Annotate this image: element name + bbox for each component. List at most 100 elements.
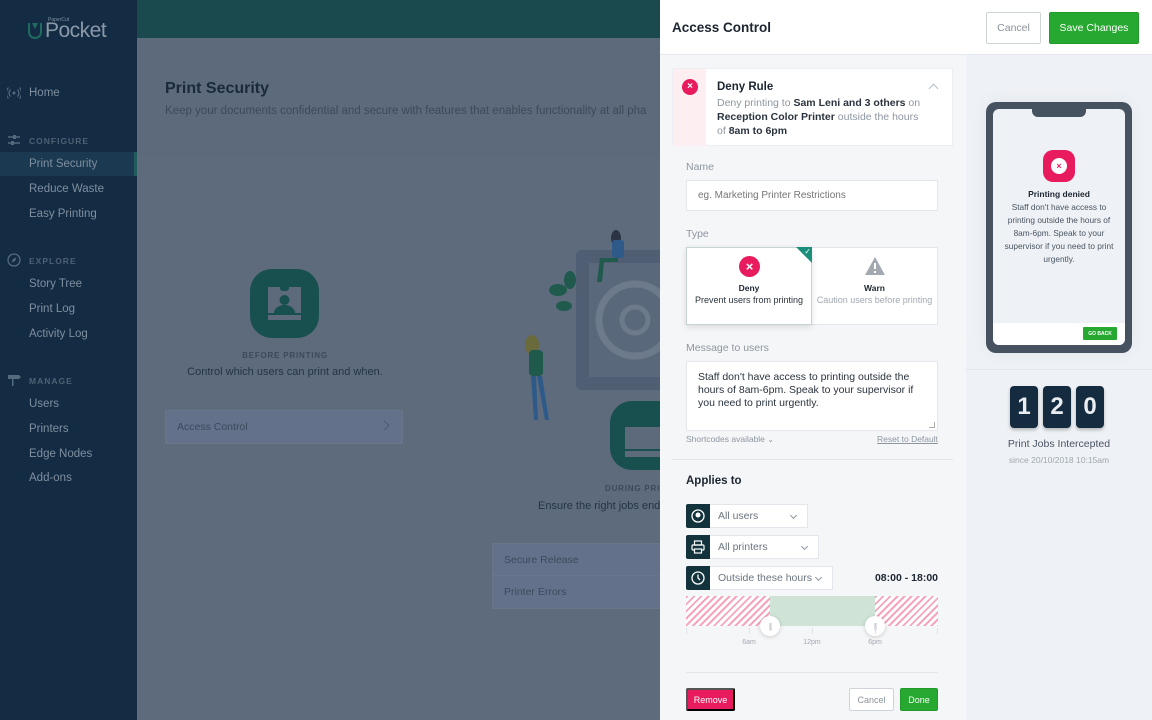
sidebar-item-activity-log[interactable]: Activity Log (0, 322, 137, 346)
rule-desc-text: Deny printing to (717, 97, 794, 109)
sidebar-item-add-ons[interactable]: Add-ons (0, 466, 137, 490)
applies-to-heading: Applies to (686, 475, 742, 487)
chevron-right-icon (379, 420, 390, 431)
type-label: Type (686, 228, 709, 240)
selected-check-icon: ✓ (796, 247, 812, 263)
printers-select-value: All printers (718, 541, 768, 553)
section-explore: EXPLORE (29, 256, 77, 266)
resize-handle-icon[interactable] (929, 422, 935, 428)
tick-label-6pm: 6pm (868, 639, 882, 646)
name-label: Name (686, 161, 715, 173)
before-printing-icon (250, 269, 319, 338)
list-item-label: Printer Errors (504, 586, 567, 598)
sidebar-item-story-tree[interactable]: Story Tree (0, 272, 137, 296)
save-changes-button[interactable]: Save Changes (1049, 12, 1139, 44)
drawer-header: Access Control Cancel Save Changes (660, 0, 1152, 55)
message-label: Message to users (686, 342, 769, 354)
tick-mark (686, 628, 687, 634)
type-option-desc: Caution users before printing (816, 295, 933, 305)
type-option-warn[interactable]: Warn Caution users before printing (811, 247, 938, 325)
denied-hours-left (686, 596, 770, 626)
tick-label-6am: 6am (742, 639, 756, 646)
page-header: Print Security Keep your documents confi… (137, 38, 660, 156)
phone-title: Printing denied (1028, 189, 1090, 199)
page-subtitle: Keep your documents confidential and sec… (165, 105, 647, 117)
shortcodes-label: Shortcodes available (686, 434, 765, 444)
sidebar-item-users[interactable]: Users (0, 392, 137, 416)
rule-desc-text: on (905, 97, 921, 109)
brand-name: Pocket (45, 19, 107, 42)
type-option-title: Warn (864, 283, 885, 293)
compass-icon (7, 253, 21, 267)
chevron-down-icon (814, 573, 823, 582)
list-item-secure-release[interactable]: Secure Release (493, 544, 661, 576)
tick-mark (749, 628, 750, 634)
list-item-access-control[interactable]: Access Control (166, 411, 402, 443)
section-divider (672, 459, 953, 460)
deny-x-icon: × (682, 79, 698, 95)
sidebar-item-printers[interactable]: Printers (0, 417, 137, 441)
list-item-label: Access Control (177, 421, 248, 433)
counter-digit: 0 (1076, 386, 1104, 428)
tick-label-12pm: 12pm (803, 639, 821, 646)
printers-select[interactable]: All printers (686, 535, 819, 559)
sidebar-item-label: Activity Log (29, 328, 88, 340)
sidebar-item-label: Edge Nodes (29, 448, 93, 460)
hours-range-slider[interactable]: || || 6am 12pm 6pm (686, 596, 938, 646)
type-option-deny[interactable]: × Deny Prevent users from printing ✓ (686, 247, 812, 325)
before-printing-label: BEFORE PRINTING (242, 351, 328, 360)
preview-divider (966, 369, 1152, 370)
rule-desc-hours: 8am to 6pm (728, 125, 788, 137)
reset-to-default-link[interactable]: Reset to Default (877, 434, 938, 444)
tick-mark (937, 628, 938, 634)
sidebar-item-label: Print Security (29, 158, 98, 170)
rule-title: Deny Rule (717, 81, 774, 93)
preview-panel: × Printing denied Staff don't have acces… (966, 55, 1152, 720)
user-circle-icon (686, 504, 710, 528)
message-text: Staff don't have access to printing outs… (698, 371, 914, 409)
message-textarea[interactable]: Staff don't have access to printing outs… (686, 361, 938, 431)
range-start-handle[interactable]: || (760, 616, 780, 636)
deny-rule-card[interactable]: × Deny Rule Deny printing to Sam Leni an… (672, 68, 953, 146)
sidebar-item-label: Users (29, 398, 60, 410)
sidebar-item-print-log[interactable]: Print Log (0, 297, 137, 321)
phone-preview: × Printing denied Staff don't have acces… (986, 102, 1132, 353)
cancel-rule-button[interactable]: Cancel (849, 688, 894, 711)
top-bar (137, 0, 660, 38)
sidebar-item-home[interactable]: Home (0, 81, 137, 105)
shortcodes-toggle[interactable]: Shortcodes available ⌄ (686, 434, 774, 444)
intercept-counter: 1 2 0 (1010, 386, 1104, 428)
done-button[interactable]: Done (900, 688, 938, 711)
sidebar-item-label: Easy Printing (29, 208, 97, 220)
list-item-printer-errors[interactable]: Printer Errors (493, 576, 661, 608)
chevron-down-icon: ⌄ (767, 435, 774, 444)
sidebar-item-label: Print Log (29, 303, 76, 315)
list-item-label: Secure Release (504, 553, 579, 566)
counter-digit: 1 (1010, 386, 1038, 428)
printer-icon (686, 535, 710, 559)
phone-footer: GO BACK (993, 323, 1125, 345)
allowed-hours-band (770, 596, 875, 626)
warning-triangle-icon (865, 257, 885, 275)
sidebar-item-reduce-waste[interactable]: Reduce Waste (0, 177, 137, 201)
chevron-up-icon[interactable] (928, 83, 939, 94)
sidebar-item-edge-nodes[interactable]: Edge Nodes (0, 442, 137, 466)
type-option-desc: Prevent users from printing (694, 295, 804, 305)
tick-mark (875, 628, 876, 634)
sliders-icon (8, 135, 20, 145)
cancel-button[interactable]: Cancel (986, 12, 1041, 44)
users-select[interactable]: All users (686, 504, 808, 528)
rule-description: Deny printing to Sam Leni and 3 others o… (717, 96, 927, 138)
during-printing-list: Secure Release Printer Errors (492, 543, 662, 609)
rule-name-input[interactable] (686, 180, 938, 211)
tick-mark (812, 628, 813, 634)
sidebar-item-print-security[interactable]: Print Security (0, 152, 137, 176)
hours-select[interactable]: Outside these hours (686, 566, 833, 590)
pocket-logo-icon (28, 23, 42, 39)
go-back-button[interactable]: GO BACK (1083, 327, 1117, 340)
counter-label: Print Jobs Intercepted (1007, 438, 1111, 450)
sidebar-item-easy-printing[interactable]: Easy Printing (0, 202, 137, 226)
phone-screen: × Printing denied Staff don't have acces… (993, 109, 1125, 345)
sidebar-item-label: Add-ons (29, 472, 72, 484)
remove-button[interactable]: Remove (686, 688, 735, 711)
